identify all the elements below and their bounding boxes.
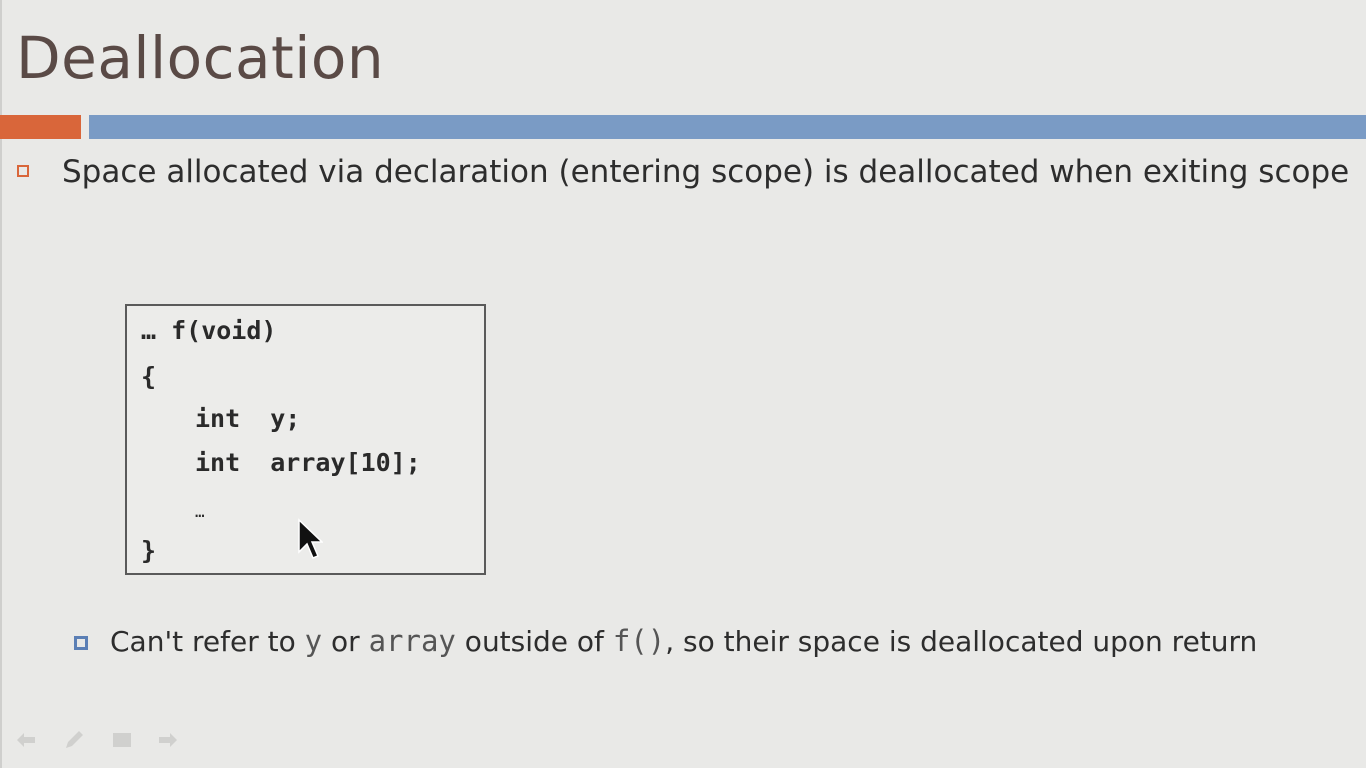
code-line: { bbox=[141, 362, 157, 391]
code-line: int y; bbox=[195, 404, 301, 433]
code-term: y bbox=[304, 624, 323, 658]
pen-icon[interactable] bbox=[62, 728, 86, 752]
bullet-text-part: or bbox=[322, 625, 369, 658]
code-line: … f(void) bbox=[141, 316, 277, 345]
forward-arrow-icon[interactable] bbox=[156, 728, 180, 752]
bullet-text-main: Space allocated via declaration (enterin… bbox=[62, 154, 1350, 190]
bullet-text-part: Can't refer to bbox=[110, 625, 305, 658]
code-term: f() bbox=[612, 624, 666, 658]
back-arrow-icon[interactable] bbox=[14, 728, 38, 752]
bullet-text-part: , so their space is deallocated upon ret… bbox=[665, 625, 1258, 658]
bullet-text-part: outside of bbox=[455, 625, 613, 658]
slide-title: Deallocation bbox=[16, 24, 385, 92]
code-line: int array[10]; bbox=[195, 448, 421, 477]
menu-icon[interactable] bbox=[110, 728, 134, 752]
square-bullet-icon bbox=[17, 165, 29, 177]
bullet-text-sub: Can't refer to y or array outside of f()… bbox=[110, 622, 1350, 661]
title-accent-bar-orange bbox=[0, 115, 81, 139]
code-term: array bbox=[368, 624, 456, 658]
square-bullet-icon bbox=[74, 636, 88, 650]
code-line: } bbox=[141, 536, 157, 565]
title-accent-bar-blue bbox=[89, 115, 1366, 139]
code-line: … bbox=[195, 502, 205, 521]
mouse-pointer-icon bbox=[298, 518, 323, 559]
